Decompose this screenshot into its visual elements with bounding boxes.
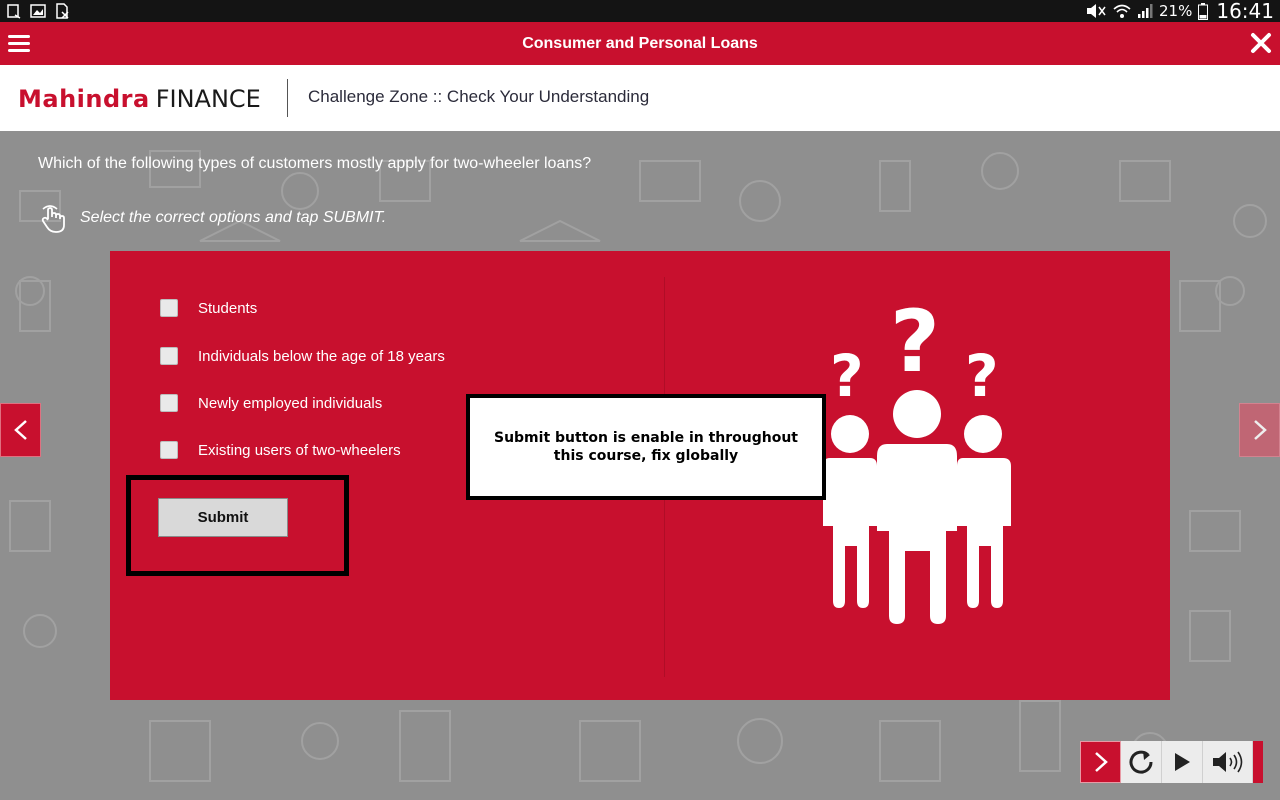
next-page-button[interactable] [1239,403,1280,457]
option-label: Newly employed individuals [198,394,383,412]
clock: 16:41 [1216,0,1274,23]
volume-button[interactable] [1203,741,1253,783]
tap-hand-icon [41,205,65,233]
wifi-icon [1113,4,1131,18]
next-icon [1094,752,1108,772]
submit-button[interactable]: Submit [158,498,288,537]
section-title: Challenge Zone :: Check Your Understandi… [308,87,650,106]
question-text: Which of the following types of customer… [38,155,592,172]
option-existing-users[interactable]: Existing users of two-wheelers [160,441,401,459]
instruction-text: Select the correct options and tap SUBMI… [80,209,387,226]
status-left-icons [6,3,70,19]
option-label: Existing users of two-wheelers [198,441,401,459]
document-icon [7,4,21,19]
status-bar: 21% 16:41 [0,0,1280,23]
image-icon [30,4,46,18]
brand-header: Mahindra FINANCE Challenge Zone :: Check… [0,65,1280,131]
play-icon [1175,753,1190,771]
battery-icon [1198,2,1209,20]
logo-brand: Mahindra [18,85,150,113]
replay-button[interactable] [1121,741,1162,783]
option-newly-employed[interactable]: Newly employed individuals [160,394,382,412]
option-below-18[interactable]: Individuals below the age of 18 years [160,347,445,365]
replay-icon [1129,750,1153,774]
header-divider [287,79,288,117]
status-right: 21% 16:41 [1085,0,1274,23]
chevron-left-icon [14,420,27,440]
checkbox[interactable] [160,394,178,412]
play-button[interactable] [1162,741,1203,783]
svg-text:?: ? [890,296,940,392]
checkbox[interactable] [160,299,178,317]
sim-card-icon [56,3,69,19]
mute-icon [1087,4,1106,18]
playback-controls [1080,741,1263,783]
option-label: Students [198,299,258,317]
checkbox[interactable] [160,441,178,459]
confused-people-illustration: ? ? ? [823,296,1011,624]
course-title: Consumer and Personal Loans [522,35,758,52]
volume-icon [1212,751,1242,773]
svg-text:?: ? [965,342,999,410]
battery-percent: 21% [1159,2,1193,20]
chevron-right-icon [1254,420,1267,440]
logo-suffix: FINANCE [155,85,261,113]
review-annotation-note: Submit button is enable in throughout th… [466,394,826,500]
previous-page-button[interactable] [0,403,41,457]
close-icon[interactable] [1250,32,1272,54]
checkbox[interactable] [160,347,178,365]
controls-edge [1253,741,1263,783]
title-bar: Consumer and Personal Loans [0,22,1280,65]
next-button[interactable] [1080,741,1121,783]
option-label: Individuals below the age of 18 years [198,347,445,365]
mahindra-finance-logo: Mahindra FINANCE [18,85,261,115]
svg-text:?: ? [830,342,864,410]
option-students[interactable]: Students [160,299,257,317]
signal-icon [1138,4,1153,18]
